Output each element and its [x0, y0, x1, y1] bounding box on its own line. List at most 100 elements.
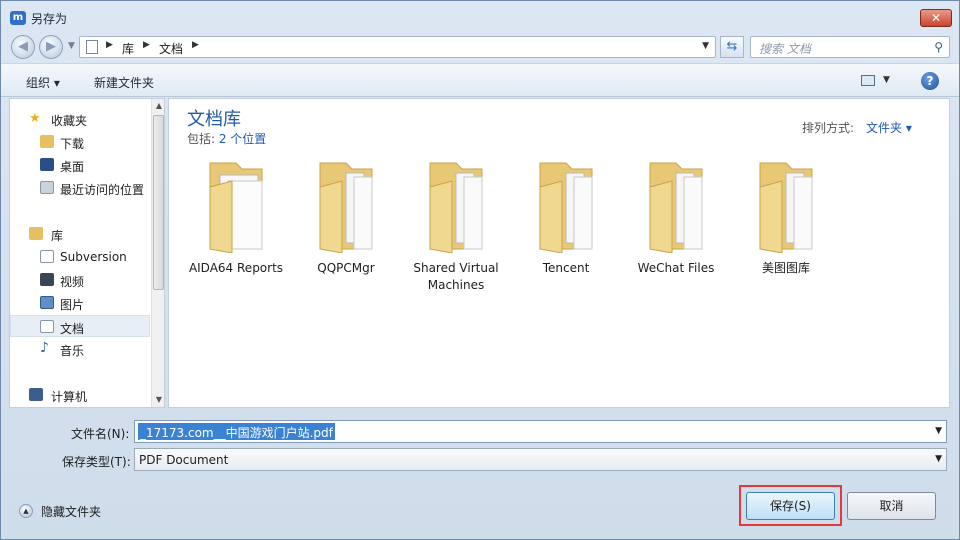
back-button[interactable]: ◀ — [11, 35, 35, 59]
save-button[interactable]: 保存(S) — [746, 492, 835, 520]
sidebar-item-label: 文档 — [60, 322, 85, 336]
sidebar-item-label: 计算机 — [51, 390, 88, 404]
arrange-by-dropdown[interactable]: 文件夹 ▾ — [866, 119, 912, 136]
document-icon — [40, 320, 54, 333]
app-icon: m — [10, 11, 26, 25]
library-icon — [86, 40, 98, 54]
libraries-icon — [29, 227, 43, 240]
breadcrumb-documents[interactable]: 文档 — [159, 40, 183, 57]
sidebar-item-label: 最近访问的位置 — [60, 183, 145, 197]
filetype-value: PDF Document — [139, 453, 229, 467]
folder-label: Shared Virtual Machines — [413, 261, 499, 292]
arrange-by-label: 排列方式: — [802, 121, 855, 135]
filename-value[interactable]: _17173.com__中国游戏门户站.pdf — [138, 423, 335, 440]
filetype-dropdown-icon[interactable]: ▼ — [935, 454, 942, 464]
music-note-icon: ♪ — [40, 340, 49, 356]
breadcrumb-arrow-icon[interactable]: ▶ — [192, 40, 199, 50]
navigation-pane: ★ 收藏夹 下载 桌面 最近访问的位置 库 Subversion 视频 图片 文… — [9, 98, 165, 408]
folder-item[interactable]: Shared Virtual Machines — [406, 157, 506, 297]
video-icon — [40, 273, 54, 286]
filename-label: 文件名(N): — [71, 427, 130, 441]
forward-button[interactable]: ▶ — [39, 35, 63, 59]
recent-pages-dropdown-icon[interactable]: ▼ — [68, 41, 75, 51]
folder-label: Tencent — [542, 261, 590, 275]
sidebar-item-desktop[interactable]: 桌面 — [10, 154, 150, 176]
sidebar-item-favorites[interactable]: ★ 收藏夹 — [10, 108, 150, 130]
cancel-button[interactable]: 取消 — [847, 492, 936, 520]
folder-label: AIDA64 Reports — [188, 261, 284, 275]
folder-label: WeChat Files — [637, 261, 715, 275]
help-icon[interactable]: ? — [921, 72, 939, 90]
computer-icon — [29, 388, 43, 401]
sidebar-item-label: 桌面 — [60, 160, 85, 174]
sidebar-item-downloads[interactable]: 下载 — [10, 131, 150, 153]
change-view-icon[interactable] — [861, 75, 875, 86]
sidebar-item-subversion[interactable]: Subversion — [10, 246, 150, 268]
search-icon[interactable]: ⚲ — [934, 40, 943, 54]
folder-icon — [759, 162, 813, 253]
document-library-icon — [40, 250, 54, 263]
sidebar-item-label: 收藏夹 — [51, 114, 88, 128]
address-bar[interactable]: ▶ 库 ▶ 文档 ▶ ▼ — [79, 36, 716, 58]
filename-dropdown-icon[interactable]: ▼ — [935, 426, 942, 436]
sidebar-item-videos[interactable]: 视频 — [10, 269, 150, 291]
breadcrumb-library[interactable]: 库 — [122, 40, 134, 57]
breadcrumb-arrow-icon[interactable]: ▶ — [143, 40, 150, 50]
scroll-down-icon[interactable]: ▼ — [152, 393, 164, 407]
sidebar-item-computer[interactable]: 计算机 — [10, 384, 150, 406]
navigation-scrollbar[interactable]: ▲ ▼ — [151, 99, 164, 407]
folder-item[interactable]: 美图图库 — [736, 157, 836, 297]
desktop-icon — [40, 158, 54, 171]
file-list-pane: 文档库 包括: 2 个位置 排列方式: 文件夹 ▾ AIDA64 Reports… — [168, 98, 950, 408]
sidebar-item-label: 库 — [51, 229, 64, 243]
sidebar-item-documents[interactable]: 文档 — [10, 315, 150, 337]
recent-places-icon — [40, 181, 54, 194]
download-folder-icon — [40, 135, 54, 148]
sidebar-item-label: 音乐 — [60, 344, 85, 358]
folder-icon — [209, 162, 263, 253]
folder-label: QQPCMgr — [317, 261, 375, 275]
close-button[interactable]: ✕ — [920, 9, 952, 27]
folder-icon — [319, 162, 373, 253]
sidebar-item-recent-places[interactable]: 最近访问的位置 — [10, 177, 150, 199]
save-as-dialog: m 另存为 ✕ ◀ ▶ ▼ ▶ 库 ▶ 文档 ▶ ▼ ⇆ 搜索 文档 ⚲ 组织 … — [0, 0, 960, 540]
sidebar-item-label: 图片 — [60, 298, 85, 312]
refresh-button[interactable]: ⇆ — [720, 36, 744, 58]
star-icon: ★ — [29, 111, 41, 126]
sidebar-item-label: Subversion — [60, 250, 127, 264]
sidebar-item-label: 视频 — [60, 275, 85, 289]
hide-folders-label: 隐藏文件夹 — [41, 505, 102, 519]
organize-button[interactable]: 组织 ▾ — [26, 74, 60, 91]
folder-item[interactable]: Tencent — [516, 157, 616, 297]
scroll-up-icon[interactable]: ▲ — [152, 99, 164, 113]
search-input[interactable]: 搜索 文档 ⚲ — [750, 36, 950, 58]
collapse-icon: ▲ — [19, 504, 33, 518]
sidebar-item-label: 下载 — [60, 137, 85, 151]
filename-field[interactable]: _17173.com__中国游戏门户站.pdf ▼ — [134, 420, 947, 443]
folder-icon — [429, 162, 483, 253]
window-title: 另存为 — [31, 12, 68, 26]
folder-icon — [649, 162, 703, 253]
folder-icon — [539, 162, 593, 253]
folder-item[interactable]: QQPCMgr — [296, 157, 396, 297]
command-bar: 组织 ▾ 新建文件夹 ▼ ? — [1, 63, 959, 97]
scrollbar-thumb[interactable] — [153, 115, 164, 290]
filetype-label: 保存类型(T): — [62, 455, 131, 469]
sidebar-item-pictures[interactable]: 图片 — [10, 292, 150, 314]
includes-locations-link[interactable]: 2 个位置 — [219, 132, 266, 146]
library-title: 文档库 — [187, 109, 241, 130]
view-dropdown-icon[interactable]: ▼ — [883, 75, 890, 85]
new-folder-button[interactable]: 新建文件夹 — [94, 74, 154, 91]
library-includes: 包括: 2 个位置 — [187, 130, 266, 147]
sidebar-item-music[interactable]: ♪ 音乐 — [10, 338, 150, 360]
filetype-select[interactable]: PDF Document ▼ — [134, 448, 947, 471]
title-bar: m 另存为 ✕ — [1, 1, 959, 33]
folder-item[interactable]: AIDA64 Reports — [186, 157, 286, 297]
folder-item[interactable]: WeChat Files — [626, 157, 726, 297]
picture-icon — [40, 296, 54, 309]
breadcrumb-arrow-icon[interactable]: ▶ — [106, 40, 113, 50]
folder-label: 美图图库 — [761, 261, 810, 275]
sidebar-item-libraries[interactable]: 库 — [10, 223, 150, 245]
address-dropdown-icon[interactable]: ▼ — [702, 41, 709, 51]
navigation-bar: ◀ ▶ ▼ ▶ 库 ▶ 文档 ▶ ▼ ⇆ 搜索 文档 ⚲ — [1, 33, 959, 61]
